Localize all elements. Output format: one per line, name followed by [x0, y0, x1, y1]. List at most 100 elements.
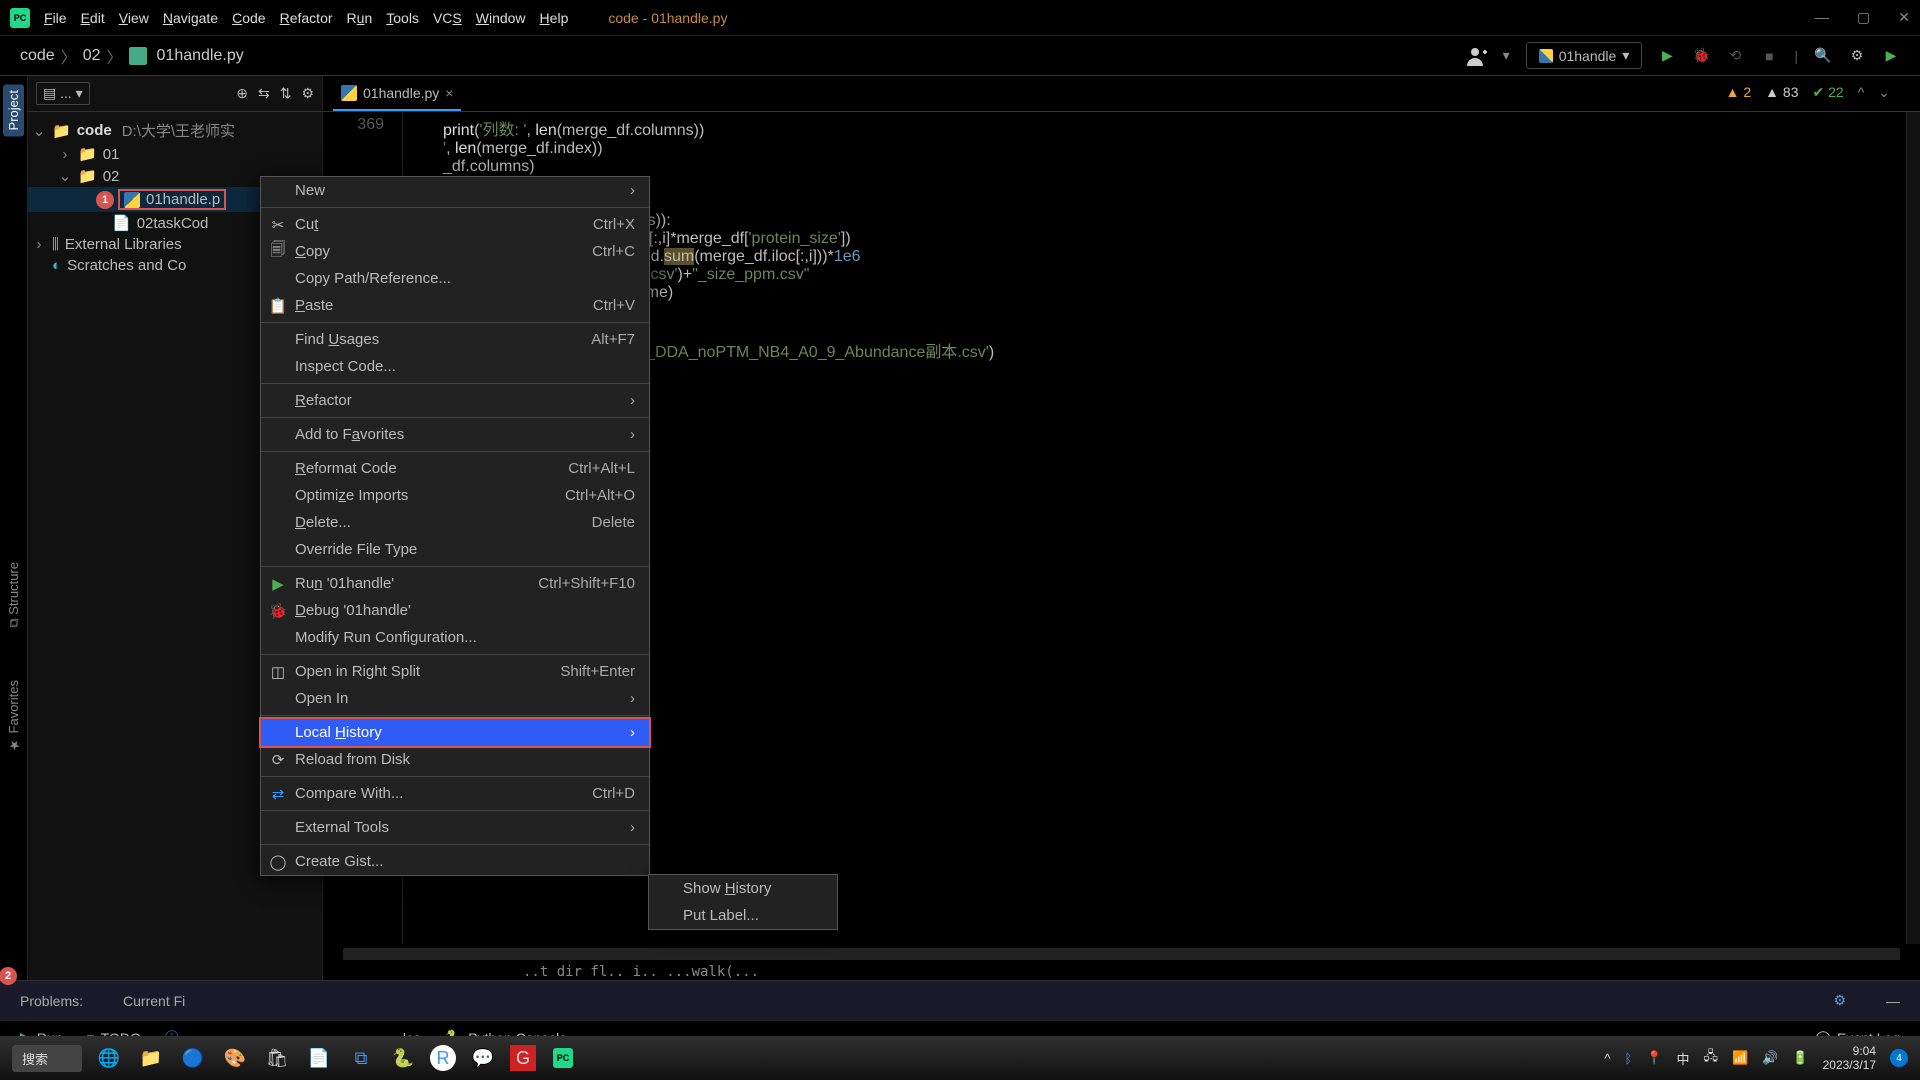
battery-icon[interactable]: 🔋: [1792, 1050, 1808, 1066]
panel-settings-icon[interactable]: ⚙: [301, 85, 314, 102]
crumb-folder[interactable]: 02: [83, 47, 101, 65]
ctx-optimize[interactable]: Optimize ImportsCtrl+Alt+O: [261, 482, 649, 509]
settings-icon[interactable]: ⚙: [1848, 47, 1866, 65]
ctx-create-gist[interactable]: ◯Create Gist...: [261, 848, 649, 875]
crumb-file[interactable]: 01handle.py: [157, 47, 244, 65]
menu-refactor[interactable]: Refactor: [280, 10, 333, 26]
structure-tab[interactable]: ⧉ Structure: [3, 556, 24, 634]
locate-icon[interactable]: ⊕: [236, 85, 248, 102]
explorer-icon[interactable]: 📁: [136, 1043, 166, 1073]
users-menu-chevron-icon[interactable]: ▾: [1503, 47, 1510, 64]
taskbar-search[interactable]: 搜索: [12, 1045, 82, 1072]
maximize-icon[interactable]: ▢: [1857, 9, 1870, 26]
notification-badge[interactable]: 4: [1890, 1049, 1908, 1067]
paint-icon[interactable]: 🎨: [220, 1043, 250, 1073]
local-history-submenu: Show History Put Label...: [648, 874, 838, 930]
location-icon[interactable]: 📍: [1646, 1050, 1662, 1066]
github-icon: ◯: [269, 853, 287, 871]
chrome-icon[interactable]: 🌐: [94, 1043, 124, 1073]
ctx-copy-path[interactable]: Copy Path/Reference...: [261, 265, 649, 292]
breadcrumb: code 〉 02 〉 01handle.py: [20, 44, 244, 68]
edge-icon[interactable]: 🔵: [178, 1043, 208, 1073]
close-icon[interactable]: ✕: [1898, 9, 1910, 26]
ctx-debug[interactable]: 🐞Debug '01handle': [261, 597, 649, 624]
editor-tab-01handle[interactable]: 01handle.py ×: [333, 76, 461, 111]
expand-all-icon[interactable]: ⇆: [258, 85, 270, 102]
ctx-refactor[interactable]: Refactor›: [261, 387, 649, 414]
menu-edit[interactable]: Edit: [81, 10, 105, 26]
menu-file[interactable]: File: [44, 10, 67, 26]
ctx-modify-run[interactable]: Modify Run Configuration...: [261, 624, 649, 651]
sub-put-label[interactable]: Put Label...: [649, 902, 837, 929]
tray-chevron-icon[interactable]: ^: [1604, 1051, 1610, 1066]
ctx-reload-disk[interactable]: ⟳Reload from Disk: [261, 746, 649, 773]
tree-folder-01[interactable]: › 📁 01: [28, 143, 322, 165]
menu-code[interactable]: Code: [232, 10, 265, 26]
notes-icon[interactable]: 📄: [304, 1043, 334, 1073]
sub-show-history[interactable]: Show History: [649, 875, 837, 902]
ctx-open-in[interactable]: Open In›: [261, 685, 649, 712]
run-configuration-selector[interactable]: 01handle ▾: [1526, 42, 1643, 69]
run-with-coverage-icon[interactable]: ⟲: [1726, 47, 1744, 65]
menu-vcs[interactable]: VCS: [433, 10, 462, 26]
python-icon: [1539, 49, 1553, 63]
minimize-icon[interactable]: —: [1815, 9, 1829, 26]
ctx-compare[interactable]: ⇄Compare With...Ctrl+D: [261, 780, 649, 807]
wifi-icon[interactable]: 📶: [1732, 1050, 1748, 1066]
ctx-copy[interactable]: 🗐CopyCtrl+C: [261, 238, 649, 265]
add-user-icon[interactable]: [1467, 46, 1487, 66]
bluetooth-icon[interactable]: ᛒ: [1625, 1051, 1633, 1066]
error-stripe[interactable]: [1906, 112, 1920, 944]
debug-icon[interactable]: 🐞: [1692, 47, 1710, 65]
stop-icon[interactable]: ■: [1760, 47, 1778, 65]
app-icon[interactable]: G: [510, 1045, 536, 1071]
tree-root[interactable]: ⌄ 📁 code D:\大学\王老师实: [28, 118, 322, 143]
menu-view[interactable]: View: [119, 10, 149, 26]
ctx-add-favorites[interactable]: Add to Favorites›: [261, 421, 649, 448]
problems-label: Problems:: [20, 993, 83, 1009]
collapse-all-icon[interactable]: ⇅: [280, 85, 292, 102]
ctx-find-usages[interactable]: Find UsagesAlt+F7: [261, 326, 649, 353]
ctx-override-filetype[interactable]: Override File Type: [261, 536, 649, 563]
problems-hide-icon[interactable]: —: [1886, 993, 1900, 1009]
menu-window[interactable]: Window: [476, 10, 526, 26]
ctx-reformat[interactable]: Reformat CodeCtrl+Alt+L: [261, 455, 649, 482]
project-view-selector[interactable]: ▤ ... ▾: [36, 82, 90, 105]
file-context-menu: New› ✂CutCtrl+X 🗐CopyCtrl+C Copy Path/Re…: [260, 176, 650, 876]
ctx-external-tools[interactable]: External Tools›: [261, 814, 649, 841]
close-tab-icon[interactable]: ×: [445, 85, 453, 101]
volume-icon[interactable]: 🔊: [1762, 1050, 1778, 1066]
taskbar-clock[interactable]: 9:042023/3/17: [1823, 1044, 1876, 1072]
run-icon[interactable]: ▶: [1658, 47, 1676, 65]
ctx-delete[interactable]: Delete...Delete: [261, 509, 649, 536]
store-icon[interactable]: 🛍: [262, 1043, 292, 1073]
ctx-paste[interactable]: 📋PasteCtrl+V: [261, 292, 649, 319]
favorites-tab[interactable]: ★ Favorites: [3, 674, 24, 758]
network-icon[interactable]: 🖧: [1704, 1047, 1719, 1069]
ctx-cut[interactable]: ✂CutCtrl+X: [261, 211, 649, 238]
menu-tools[interactable]: Tools: [386, 10, 419, 26]
search-icon[interactable]: 🔍: [1814, 47, 1832, 65]
vscode-icon[interactable]: ⧉: [346, 1043, 376, 1073]
problems-settings-icon[interactable]: ⚙: [1833, 992, 1846, 1009]
python-icon[interactable]: 🐍: [388, 1043, 418, 1073]
menu-help[interactable]: Help: [540, 10, 569, 26]
ctx-run[interactable]: ▶Run '01handle'Ctrl+Shift+F10: [261, 570, 649, 597]
wechat-icon[interactable]: 💬: [468, 1043, 498, 1073]
pycharm-taskbar-icon[interactable]: PC: [548, 1043, 578, 1073]
problems-tab-current-file[interactable]: Current Fi: [123, 993, 185, 1009]
ctx-open-right-split[interactable]: ◫Open in Right SplitShift+Enter: [261, 658, 649, 685]
run-anything-icon[interactable]: ▶: [1882, 47, 1900, 65]
ime-icon[interactable]: 中: [1677, 1049, 1690, 1068]
ctx-new[interactable]: New›: [261, 177, 649, 204]
crumb-root[interactable]: code: [20, 47, 55, 65]
inspection-indicators[interactable]: ▲ 2 ▲ 83 ✔ 22 ^⌄: [1726, 84, 1890, 101]
menu-run[interactable]: Run: [347, 10, 373, 26]
ctx-local-history[interactable]: Local History›: [259, 717, 651, 748]
horizontal-scrollbar[interactable]: [343, 948, 1900, 960]
folder-icon: 📁: [78, 145, 97, 163]
menu-navigate[interactable]: Navigate: [163, 10, 218, 26]
ctx-inspect[interactable]: Inspect Code...: [261, 353, 649, 380]
project-tab[interactable]: Project: [3, 84, 24, 136]
rstudio-icon[interactable]: R: [430, 1045, 456, 1071]
